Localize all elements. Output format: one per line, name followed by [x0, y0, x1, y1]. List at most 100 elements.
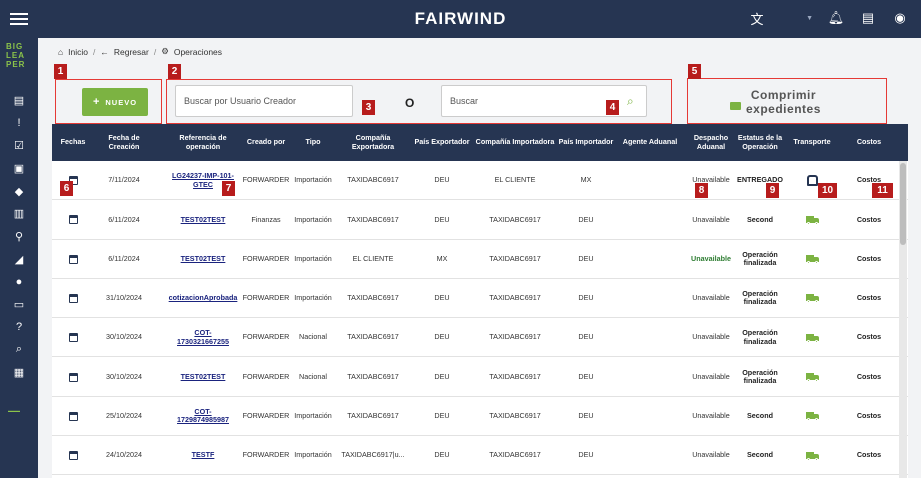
truck-icon[interactable] — [805, 333, 819, 343]
exportadora-value: TAXIDABC6917 — [347, 214, 399, 224]
menu-icon[interactable] — [10, 10, 28, 28]
operation-reference-link[interactable]: TESTF — [192, 451, 215, 460]
chat-icon[interactable]: ▤ — [859, 8, 877, 28]
chevron-down-icon: ▼ — [806, 14, 813, 22]
language-select[interactable]: 文 ▼ — [748, 8, 813, 28]
creado-cell: FORWARDER — [240, 358, 292, 397]
operation-reference-link[interactable]: COT-1729874985987 — [170, 407, 236, 425]
pais_exp-cell: DEU — [412, 161, 472, 200]
table-row[interactable]: 25/10/2024 COT-1729874985987 FORWARDER Impo… — [52, 396, 908, 437]
pais_exp-cell: DEU — [412, 397, 472, 436]
sidebar-pin-icon[interactable]: ● — [0, 271, 38, 294]
costs-link[interactable]: Costos — [857, 294, 881, 303]
calendar-icon[interactable] — [68, 333, 78, 343]
search-user-input[interactable]: Buscar por Usuario Creador — [175, 85, 353, 117]
ship-icon[interactable] — [806, 175, 818, 186]
importadora-value: TAXIDABC6917 — [489, 253, 541, 263]
sidebar-alert-icon[interactable]: ! — [0, 112, 38, 135]
sidebar-check-icon[interactable]: ☑ — [0, 134, 38, 157]
estatus-cell: Second — [736, 397, 784, 436]
column-header: Fecha de Creación — [108, 133, 140, 151]
table-row[interactable]: 6/11/2024 TEST02TEST Finanzas Importación TA… — [52, 200, 908, 240]
pais_exp-value: DEU — [434, 411, 450, 421]
pais_exp-cell: DEU — [412, 200, 472, 239]
pais_exp-cell: DEU — [412, 279, 472, 318]
bell-icon[interactable]: 🔔︎ — [827, 8, 845, 28]
pais_exp-cell: MX — [412, 240, 472, 279]
operation-reference-link[interactable]: COT-1730321667255 — [170, 328, 236, 346]
costs-link[interactable]: Costos — [857, 372, 881, 382]
sidebar-help-icon[interactable]: ? — [0, 316, 38, 339]
sidebar-archive-icon[interactable]: ▣ — [0, 157, 38, 180]
compress-button[interactable]: Comprimir expedientes — [730, 88, 821, 116]
exportadora-value: TAXIDABC6917 — [347, 175, 399, 185]
breadcrumb-separator: / — [153, 46, 157, 57]
sidebar-map-icon[interactable]: ▦ — [0, 361, 38, 384]
exportadora-value: EL CLIENTE — [352, 253, 394, 263]
costs-link[interactable]: Costos — [857, 451, 881, 460]
truck-icon[interactable] — [805, 215, 819, 225]
sidebar-document-icon[interactable]: ▤ — [0, 89, 38, 112]
marker-2: 2 — [168, 64, 181, 79]
truck-icon[interactable] — [805, 294, 819, 304]
truck-icon[interactable] — [805, 255, 819, 265]
transport-cell — [784, 397, 840, 436]
operation-reference-link[interactable]: TEST02TEST — [181, 372, 226, 382]
sidebar-search-icon[interactable]: ⌕ — [0, 339, 38, 362]
table-row[interactable]: 31/10/2024 cotizacionAprobada FORWARDER Imp… — [52, 278, 908, 319]
table-row[interactable]: 30/10/2024 COT-1730321667255 FORWARDER Naci… — [52, 318, 908, 358]
estatus-value: Operación finalizada — [742, 288, 778, 307]
calendar-icon[interactable] — [68, 293, 78, 303]
tipo-cell: Importación — [292, 397, 334, 436]
breadcrumb-home[interactable]: Inicio — [68, 47, 88, 57]
costs-link[interactable]: Costos — [857, 215, 881, 225]
account-icon[interactable]: ◉ — [891, 8, 909, 28]
calendar-icon[interactable] — [68, 372, 78, 382]
sidebar-tag-icon[interactable]: ◆ — [0, 180, 38, 203]
sidebar-walk-icon[interactable]: ⚲ — [0, 225, 38, 248]
breadcrumb-back[interactable]: Regresar — [114, 47, 149, 57]
estatus-value: Second — [747, 214, 773, 224]
table-row[interactable]: 24/10/2024 TESTF FORWARDER Importación TAXID… — [52, 436, 908, 476]
costs-link[interactable]: Costos — [857, 333, 881, 342]
truck-icon[interactable] — [805, 373, 819, 382]
scrollbar[interactable] — [899, 161, 907, 478]
operation-reference-link[interactable]: cotizacionAprobada — [169, 294, 238, 303]
column-header: Transporte — [793, 137, 831, 147]
tipo-value: Importación — [294, 253, 332, 263]
importadora-cell: TAXIDABC6917 — [472, 318, 558, 357]
costos-cell: Costos — [840, 358, 898, 397]
marker-1: 1 — [54, 64, 67, 79]
creado-value: FORWARDER — [242, 371, 290, 381]
operation-reference-link[interactable]: TEST02TEST — [181, 215, 226, 225]
calendar-icon[interactable] — [68, 215, 78, 225]
column-header: Estatus de la Operación — [737, 133, 783, 151]
costs-link[interactable]: Costos — [857, 412, 881, 421]
sidebar-footer: ▬▬▬ — [8, 408, 20, 413]
table-row[interactable]: 6/11/2024 TEST02TEST FORWARDER Importación E… — [52, 239, 908, 279]
operation-reference-link[interactable]: TEST02TEST — [181, 254, 226, 264]
operations-icon: ⚙ — [161, 46, 169, 56]
transport-cell — [784, 279, 840, 318]
calendar-icon[interactable] — [68, 254, 78, 264]
truck-icon[interactable] — [805, 412, 819, 422]
costs-link[interactable]: Costos — [857, 254, 881, 264]
table-row[interactable]: 30/10/2024 TEST02TEST FORWARDER Nacional TAX… — [52, 357, 908, 397]
ref-cell: TEST02TEST — [170, 240, 236, 279]
sidebar-money-icon[interactable]: ▭ — [0, 293, 38, 316]
search-icon[interactable]: ⌕ — [627, 94, 634, 109]
tipo-value: Importación — [294, 411, 332, 421]
scrollbar-thumb[interactable] — [900, 163, 906, 245]
despacho-cell: Unavailable — [686, 358, 736, 397]
creado-value: FORWARDER — [242, 332, 290, 342]
sidebar-chart-icon[interactable]: ▥ — [0, 202, 38, 225]
new-button[interactable]: + NUEVO — [82, 88, 148, 116]
table-row[interactable]: 7/11/2024 LG24237-IMP-101-GTEC FORWARDER Im… — [52, 161, 908, 201]
exportadora-value: TAXIDABC6917 — [347, 411, 399, 421]
sidebar-signal-icon[interactable]: ◢ — [0, 248, 38, 271]
costos-cell: Costos — [840, 436, 898, 475]
truck-icon[interactable] — [805, 451, 819, 461]
calendar-icon[interactable] — [68, 411, 78, 421]
calendar-icon[interactable] — [68, 451, 78, 461]
tipo-value: Importación — [294, 293, 332, 303]
